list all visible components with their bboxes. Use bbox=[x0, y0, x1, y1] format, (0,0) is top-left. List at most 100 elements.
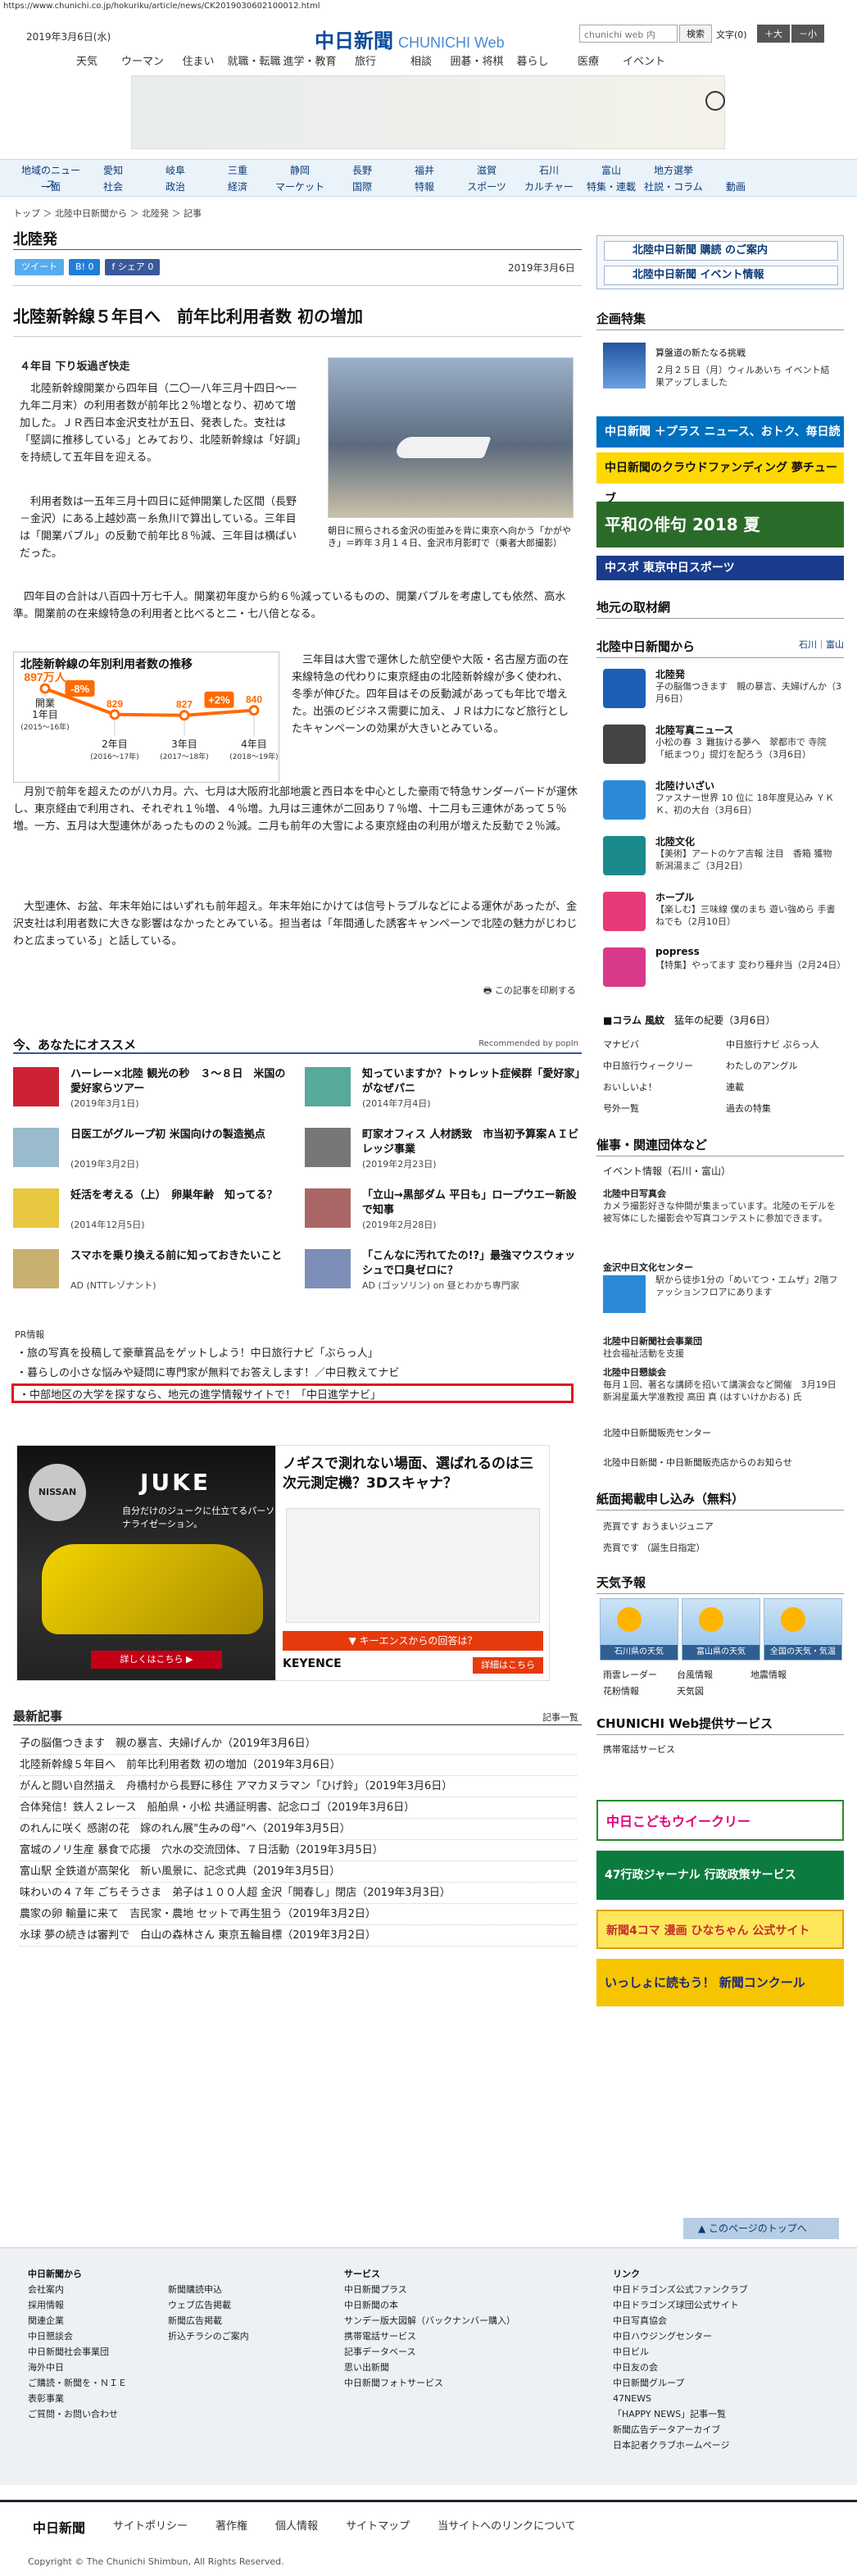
weather-tile[interactable]: 全国の天気・気温 bbox=[764, 1598, 842, 1661]
section-nav-item[interactable]: 国際 bbox=[331, 179, 393, 193]
keyence-detail-button[interactable]: 詳細はこちら bbox=[473, 1657, 543, 1674]
newspaper-contest-banner[interactable]: いっしょに読もう！ 新聞コンクール bbox=[596, 1959, 844, 2006]
font-small-button[interactable]: －小 bbox=[791, 25, 824, 43]
latest-article-link[interactable]: 子の脳傷つきます 親の暴言、夫婦げんか（2019年3月6日） bbox=[20, 1733, 577, 1755]
footer-link[interactable]: 新聞広告データアーカイブ bbox=[613, 2422, 748, 2437]
footer-link[interactable]: 思い出新聞 bbox=[344, 2360, 515, 2375]
section-nav-item[interactable]: 一面 bbox=[20, 179, 82, 193]
recommend-item[interactable]: 妊活を考える（上） 卵巣年齢 知ってる？ (2014年12月5日) bbox=[13, 1187, 292, 1233]
footer-link[interactable]: 採用情報 bbox=[28, 2297, 127, 2313]
top-nav-item[interactable]: 進学・教育 bbox=[282, 52, 338, 68]
paper-item-1[interactable]: 売買です おうまいジュニア bbox=[603, 1520, 714, 1533]
group-item-title[interactable]: 北陸中日新聞社会事業団 bbox=[603, 1334, 702, 1347]
weather-link[interactable]: 花粉情報 bbox=[603, 1683, 677, 1700]
top-nav-item[interactable]: 囲碁・将棋 bbox=[449, 52, 505, 68]
footer-link[interactable]: 記事データベース bbox=[344, 2344, 515, 2360]
all-articles-link[interactable]: 記事一覧 bbox=[542, 1711, 578, 1724]
top-nav-item[interactable]: 相談 bbox=[393, 52, 449, 68]
footer-link[interactable]: 関連企業 bbox=[28, 2313, 127, 2328]
font-large-button[interactable]: ＋大 bbox=[757, 25, 790, 43]
top-nav-item[interactable]: 医療 bbox=[560, 52, 616, 68]
chuspo-banner[interactable]: 中スポ 東京中日スポーツ bbox=[596, 556, 844, 580]
hokuriku-item[interactable]: popress 【特集】やってます 変わり種弁当（2月24日） bbox=[596, 944, 846, 992]
recommend-item[interactable]: スマホを乗り換える前に知っておきたいこと AD (NTTレゾナント) bbox=[13, 1247, 292, 1293]
sidebar-link[interactable]: おいしいよ！ bbox=[603, 1080, 657, 1093]
hokuriku-item[interactable]: 北陸けいざい ファスナー世界 10 位に 18年度見込み ＹＫＫ、初の大台（3月6… bbox=[596, 777, 844, 825]
latest-article-link[interactable]: 合体発信！鉄人２レース 船舶県・小松 共通証明書、記念ロゴ（2019年3月6日） bbox=[20, 1797, 577, 1819]
keyence-cta-button[interactable]: ▼ キーエンスからの回答は？ bbox=[283, 1631, 543, 1651]
group-item-title[interactable]: 北陸中日懇談会 bbox=[603, 1365, 666, 1379]
section-nav-item[interactable]: スポーツ bbox=[456, 179, 518, 193]
footer-link[interactable]: 中日ビル bbox=[613, 2344, 748, 2360]
hokuriku-item[interactable]: ホープル 【楽しむ】三味線 僕のまち 遊い強めら 手書ねでも（2月10日） bbox=[596, 888, 844, 936]
hina-chan-banner[interactable]: 新聞4コマ 漫画 ひなちゃん 公式サイト bbox=[596, 1910, 844, 1949]
popin-credit[interactable]: Recommended by popIn bbox=[478, 1039, 578, 1048]
footer-link[interactable]: 新聞広告掲載 bbox=[168, 2313, 249, 2328]
recommend-item[interactable]: ハーレー×北陸 観光の秒 ３～８日 米国の愛好家らツアー (2019年3月1日) bbox=[13, 1065, 292, 1111]
top-nav-item[interactable]: 就職・転職 bbox=[226, 52, 282, 68]
recommend-item[interactable]: 「こんなに汚れてたの!?」最強マウスウォッシュで口臭ゼロに？ AD (ゴッソリン)… bbox=[305, 1247, 583, 1293]
weather-tile[interactable]: 富山県の天気 bbox=[682, 1598, 760, 1661]
latest-article-link[interactable]: 農家の卵 輸量に来て 吉民家・農地 セットで再生狙う（2019年3月2日） bbox=[20, 1904, 577, 1925]
footer-link[interactable]: 中日懇談会 bbox=[28, 2328, 127, 2344]
footer-link[interactable]: 携帯電話サービス bbox=[344, 2328, 515, 2344]
column-link[interactable]: ■コラム 風紋 猛年の紀要（3月6日） bbox=[603, 1013, 775, 1027]
search-input[interactable]: chunichi web 内 bbox=[579, 25, 678, 43]
recommend-item[interactable]: 町家オフィス 人材誘致 市当初予算案ＡＩビレッジ事業 (2019年2月23日) bbox=[305, 1126, 583, 1172]
mobile-service-link[interactable]: 携帯電話サービス bbox=[603, 1742, 675, 1756]
tweet-button[interactable]: ツイート bbox=[15, 259, 64, 275]
gyosei-banner[interactable]: 47行政ジャーナル 行政政策サービス bbox=[596, 1851, 844, 1900]
latest-article-link[interactable]: 北陸新幹線５年目へ 前年比利用者数 初の増加（2019年3月6日） bbox=[20, 1755, 577, 1776]
section-nav-item[interactable]: 動画 bbox=[705, 179, 767, 193]
sidebar-link[interactable]: マナビバ bbox=[603, 1038, 639, 1051]
footer-link[interactable]: 会社案内 bbox=[28, 2282, 127, 2297]
map-ad-banner[interactable] bbox=[131, 75, 725, 149]
breadcrumb[interactable]: トップ ＞ 北陸中日新聞から ＞ 北陸発 ＞ 記事 bbox=[13, 207, 202, 220]
url-bar[interactable]: https://www.chunichi.co.jp/hokuriku/arti… bbox=[0, 0, 857, 13]
subscribe-link[interactable]: 北陸中日新聞 購読 のご案内 bbox=[604, 241, 838, 261]
chunichi-plus-banner[interactable]: 中日新聞 ＋プラス ニュース、おトク、毎日読むならこれ bbox=[596, 416, 844, 470]
top-nav-item[interactable]: 旅行 bbox=[338, 52, 393, 68]
section-nav-item[interactable]: 政治 bbox=[144, 179, 206, 193]
back-to-top-link[interactable]: ▲ このページのトップへ bbox=[683, 2218, 839, 2239]
footer-link[interactable]: ご購読・新聞を・ＮＩＥ bbox=[28, 2375, 127, 2391]
hokuriku-item[interactable]: 北陸文化 【美術】アートのケア吉報 注目 香箱 獲物 新潟湯まご（3月2日） bbox=[596, 833, 844, 880]
sales-center-link[interactable]: 北陸中日新聞販売センター bbox=[603, 1426, 711, 1439]
bottom-link[interactable]: サイトマップ bbox=[346, 2517, 410, 2537]
footer-link[interactable]: 新聞購読申込 bbox=[168, 2282, 249, 2297]
facebook-share-button[interactable]: f シェア 0 bbox=[105, 259, 161, 275]
bottom-link[interactable]: サイトポリシー bbox=[113, 2517, 188, 2537]
footer-link[interactable]: 折込チラシのご案内 bbox=[168, 2328, 249, 2344]
kodomo-weekly-banner[interactable]: 中日こどもウイークリー bbox=[596, 1800, 844, 1841]
footer-link[interactable]: 中日友の会 bbox=[613, 2360, 748, 2375]
recommend-item[interactable]: 日医工がグループ初 米国向けの製造拠点 (2019年3月2日) bbox=[13, 1126, 292, 1172]
footer-link[interactable]: 中日ドラゴンズ公式ファンクラブ bbox=[613, 2282, 748, 2297]
nissan-ad[interactable]: NISSAN JUKE 自分だけのジュークに仕立てるパーソナライゼーション。 詳… bbox=[16, 1445, 291, 1681]
weather-link[interactable]: 雨雲レーダー bbox=[603, 1667, 677, 1683]
top-nav-item[interactable]: 天気 bbox=[59, 52, 115, 68]
footer-link[interactable]: サンデー版大図解（バックナンバー購入） bbox=[344, 2313, 515, 2328]
section-nav-item[interactable]: 特報 bbox=[393, 179, 456, 193]
search-button[interactable]: 検索 bbox=[679, 25, 712, 43]
sidebar-link[interactable]: 過去の特集 bbox=[726, 1102, 771, 1115]
footer-link[interactable]: ウェブ広告掲載 bbox=[168, 2297, 249, 2313]
latest-article-link[interactable]: のれんに咲く 感謝の花 嫁のれん展"生みの母"へ（2019年3月5日） bbox=[20, 1819, 577, 1840]
print-article-link[interactable]: 🖶 この記事を印刷する bbox=[483, 984, 576, 999]
top-nav-item[interactable]: 住まい bbox=[170, 52, 226, 68]
site-logo[interactable]: 中日新聞 CHUNICHI Web bbox=[315, 25, 505, 53]
section-nav-item[interactable]: 経済 bbox=[206, 179, 269, 193]
sidebar-link[interactable]: 号外一覧 bbox=[603, 1102, 639, 1115]
recommend-item[interactable]: 知っていますか？トゥレット症候群「愛好家」がなぜパニ (2014年7月4日) bbox=[305, 1065, 583, 1111]
section-nav-item[interactable]: 特集・連載 bbox=[580, 179, 642, 193]
sidebar-link[interactable]: わたしのアングル bbox=[726, 1059, 798, 1072]
event-info-link[interactable]: 北陸中日新聞 イベント情報 bbox=[604, 266, 838, 285]
weather-link[interactable]: 地震情報 bbox=[750, 1667, 824, 1683]
paper-item-2[interactable]: 売買です （誕生日指定） bbox=[603, 1541, 705, 1554]
bottom-link[interactable]: 著作権 bbox=[215, 2517, 247, 2537]
group-item-title[interactable]: 北陸中日写真会 bbox=[603, 1187, 666, 1200]
footer-link[interactable]: 47NEWS bbox=[613, 2391, 748, 2406]
footer-link[interactable]: ご質問・お問い合わせ bbox=[28, 2406, 127, 2422]
shop-notice-link[interactable]: 北陸中日新聞・中日新聞販売店からのお知らせ bbox=[603, 1456, 792, 1469]
latest-article-link[interactable]: 富山駅 全鉄道が高架化 新い風景に、記念式典（2019年3月5日） bbox=[20, 1861, 577, 1883]
keyence-ad[interactable]: ノギスで測れない場面、選ばれるのは三次元測定機？3Dスキャナ？ ▼ キーエンスか… bbox=[275, 1445, 550, 1681]
